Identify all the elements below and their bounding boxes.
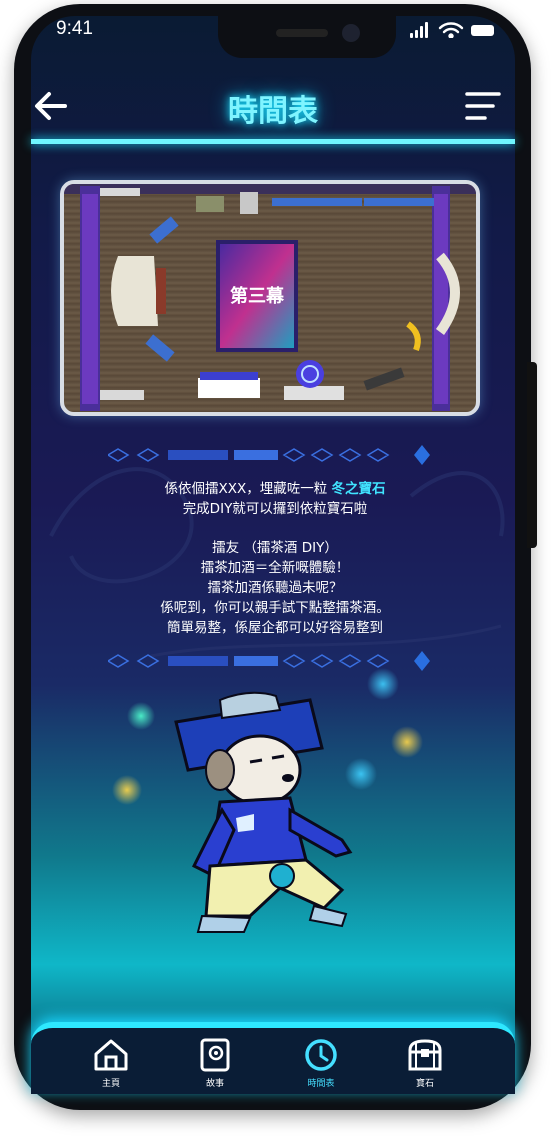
- phone-side-button: [527, 362, 537, 548]
- bottom-tab-bar: 主頁 故事 時間表 寶石: [31, 1022, 515, 1094]
- decorative-divider-top: [108, 445, 430, 465]
- intro-line1: 係依個擂XXX，埋藏咗一粒: [164, 481, 328, 497]
- tab-gems-label: 寶石: [415, 1079, 434, 1089]
- tab-story[interactable]: 故事: [183, 1038, 247, 1096]
- tab-schedule[interactable]: 時間表: [289, 1038, 353, 1096]
- book-icon: [200, 1038, 230, 1072]
- tab-home[interactable]: 主頁: [79, 1038, 143, 1096]
- battery-icon: [471, 25, 494, 36]
- activity-text: 擂友 （擂茶酒 DIY） 擂茶加酒＝全新嘅體驗！ 擂茶加酒係聽過未呢？ 係呢到，…: [70, 538, 480, 638]
- status-icons: [410, 22, 494, 38]
- tab-schedule-label: 時間表: [307, 1079, 335, 1089]
- floor-plan-map[interactable]: 第三幕: [60, 180, 480, 416]
- clock-icon: [305, 1039, 337, 1071]
- app-header: 時間表: [31, 56, 515, 144]
- status-time: 9:41: [56, 18, 93, 39]
- decorative-divider-bottom: [108, 651, 430, 671]
- tab-home-label: 主頁: [101, 1079, 120, 1089]
- activity-line-4: 係呢到，你可以親手試下點整擂茶酒。: [160, 600, 390, 616]
- intro-text: 係依個擂XXX，埋藏咗一粒 冬之寶石 完成DIY就可以攞到依粒寶石啦: [70, 479, 480, 519]
- intro-line2: 完成DIY就可以攞到依粒寶石啦: [182, 501, 368, 517]
- activity-line-3: 擂茶加酒係聽過未呢？: [207, 580, 343, 596]
- poster-text: 第三幕: [230, 285, 285, 307]
- activity-line-1: 擂友 （擂茶酒 DIY）: [212, 540, 338, 556]
- tab-story-label: 故事: [205, 1079, 224, 1089]
- speaker: [276, 29, 328, 37]
- front-camera: [342, 24, 360, 42]
- signal-icon: [410, 22, 428, 38]
- home-icon: [94, 1039, 128, 1071]
- activity-line-2: 擂茶加酒＝全新嘅體驗！: [200, 560, 350, 576]
- page-title: 時間表: [228, 94, 318, 129]
- treasure-chest-icon: [408, 1039, 442, 1071]
- gem-name-highlight: 冬之寶石: [331, 481, 386, 497]
- menu-icon[interactable]: [463, 86, 503, 126]
- header-divider: [31, 139, 515, 144]
- tab-gems[interactable]: 寶石: [393, 1038, 457, 1096]
- phone-notch: [218, 16, 396, 58]
- wifi-icon: [438, 22, 464, 38]
- activity-line-5: 簡單易整，係屋企都可以好容易整到: [167, 620, 383, 636]
- mascot-character: [174, 691, 353, 933]
- floor-plan-drawing: 第三幕: [64, 184, 476, 411]
